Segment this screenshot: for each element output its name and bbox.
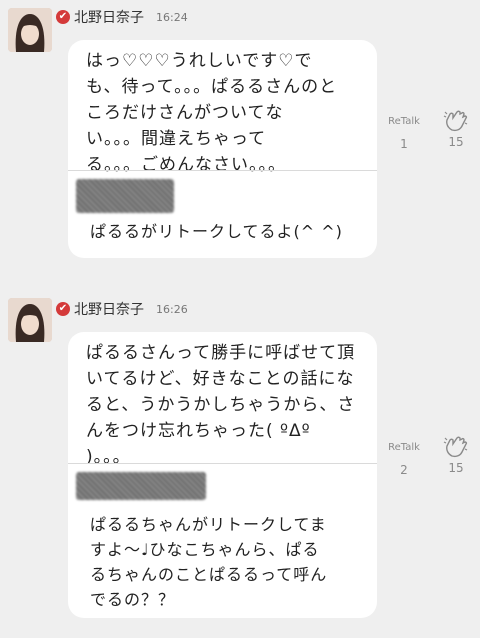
post-header: ✔ 北野日奈子 16:26 (56, 298, 188, 320)
verified-badge-icon: ✔ (56, 302, 70, 316)
retalk-count: 1 (400, 137, 408, 151)
retalk-label: ReTalk (388, 116, 420, 127)
avatar[interactable] (8, 8, 52, 52)
clap-icon (443, 436, 468, 458)
clap-count: 15 (448, 135, 464, 149)
quoted-retalk[interactable]: ぱるるがリトークしてるよ(^ ^) (68, 170, 377, 259)
message-text: ぱるるさんって勝手に呼ばせて頂 いてるけど、好きなことの話にな ると、うかうかし… (86, 343, 356, 467)
message-bubble[interactable]: はっ♡♡♡うれしいです♡で も、待って。。。ぱるるさんのと ころだけさんがついて… (68, 40, 377, 258)
clap-button[interactable]: 15 (436, 110, 476, 149)
clap-button[interactable]: 15 (436, 436, 476, 475)
quoted-text: ぱるるちゃんがリトークしてま すよ～♩ひなこちゃんら、ぱる るちゃんのことぱるる… (90, 515, 328, 609)
author-name[interactable]: 北野日奈子 (74, 7, 144, 27)
message-text: はっ♡♡♡うれしいです♡で も、待って。。。ぱるるさんのと ころだけさんがついて… (86, 51, 338, 175)
quoted-user-blurred (76, 472, 206, 500)
author-name[interactable]: 北野日奈子 (74, 299, 144, 319)
verified-badge-icon: ✔ (56, 10, 70, 24)
talk-post-1: ✔ 北野日奈子 16:24 はっ♡♡♡うれしいです♡で も、待って。。。ぱるるさ… (0, 0, 480, 270)
retalk-button[interactable]: ReTalk 2 (384, 442, 424, 477)
avatar-image (8, 8, 52, 52)
avatar[interactable] (8, 298, 52, 342)
clap-icon (443, 110, 468, 132)
post-header: ✔ 北野日奈子 16:24 (56, 6, 188, 28)
quoted-retalk[interactable]: ぱるるちゃんがリトークしてま すよ～♩ひなこちゃんら、ぱる るちゃんのことぱるる… (68, 463, 377, 619)
post-time: 16:26 (156, 302, 188, 316)
talk-post-2: ✔ 北野日奈子 16:26 ぱるるさんって勝手に呼ばせて頂 いてるけど、好きなこ… (0, 292, 480, 638)
avatar-image (8, 298, 52, 342)
message-bubble[interactable]: ぱるるさんって勝手に呼ばせて頂 いてるけど、好きなことの話にな ると、うかうかし… (68, 332, 377, 618)
clap-count: 15 (448, 461, 464, 475)
quoted-text: ぱるるがリトークしてるよ(^ ^) (90, 222, 343, 241)
retalk-label: ReTalk (388, 442, 420, 453)
quoted-user-blurred (76, 179, 174, 213)
post-time: 16:24 (156, 10, 188, 24)
retalk-button[interactable]: ReTalk 1 (384, 116, 424, 151)
retalk-count: 2 (400, 463, 408, 477)
